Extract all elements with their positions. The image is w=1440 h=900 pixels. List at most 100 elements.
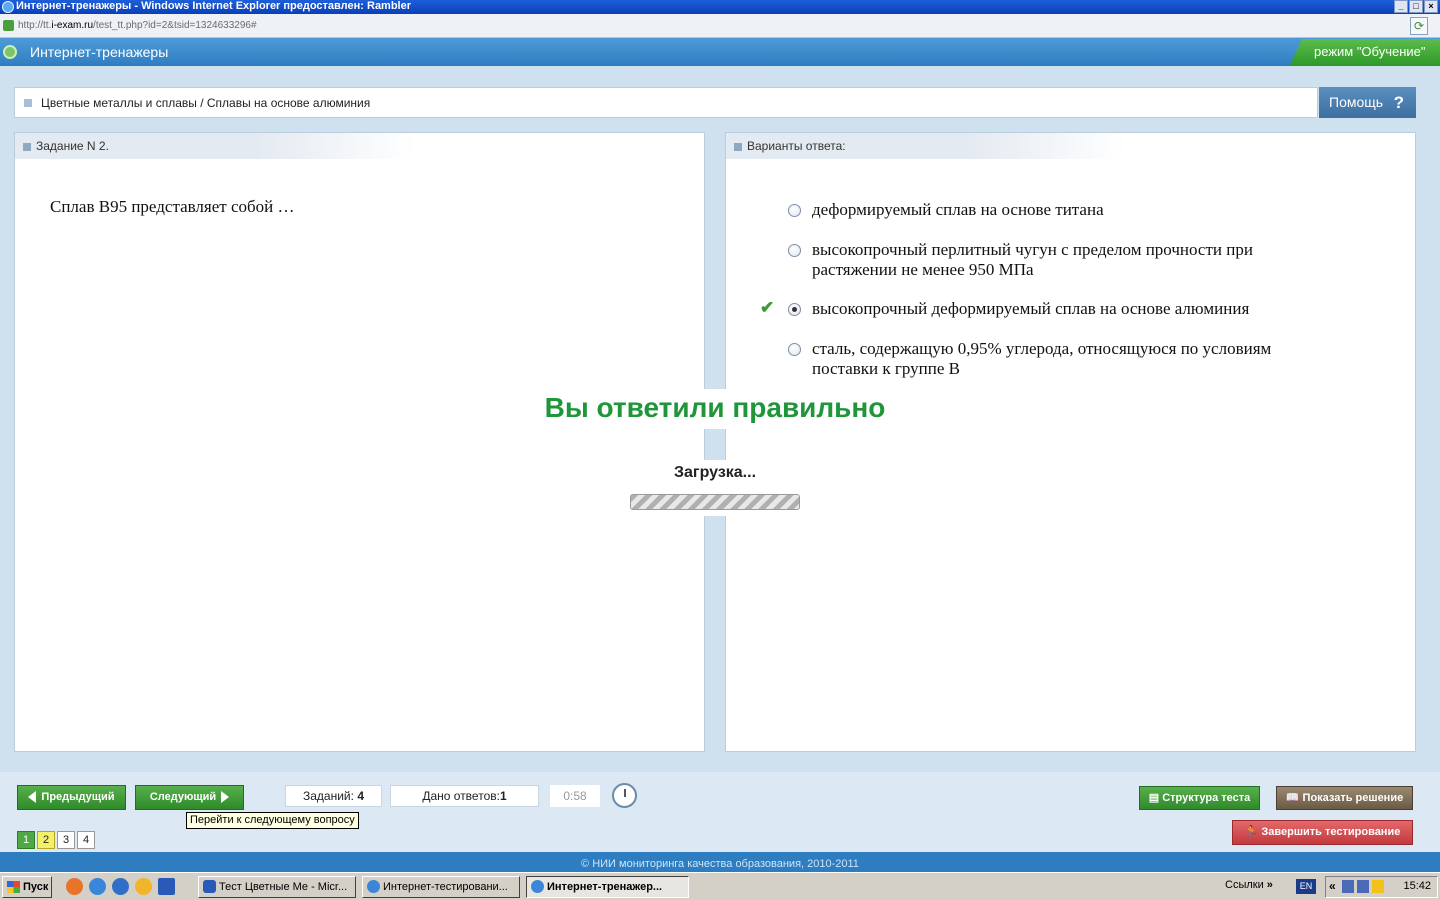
answer-option[interactable]: высокопрочный перлитный чугун с пределом… [788, 240, 1348, 284]
start-button[interactable]: Пуск [2, 876, 52, 898]
taskbar-item-label: Тест Цветные Ме - Micr... [219, 881, 348, 893]
page-button-4[interactable]: 4 [77, 831, 95, 849]
question-panel-header: Задание N 2. [15, 133, 415, 159]
question-mark-icon: ? [1393, 93, 1404, 112]
runner-icon: 🏃 [1244, 826, 1262, 838]
tasks-counter: Заданий: 4 [285, 785, 382, 807]
loading-label: Загрузка... [673, 464, 757, 481]
question-heading: Задание N 2. [36, 139, 109, 153]
result-message: Вы ответили правильно [526, 389, 904, 429]
answers-panel: Варианты ответа: деформируемый сплав на … [725, 132, 1416, 752]
windows-logo-icon [7, 881, 20, 893]
clock-icon [612, 783, 637, 808]
tasks-label: Заданий: [303, 789, 354, 803]
answers-given-label: Дано ответов: [422, 789, 500, 803]
answer-radio[interactable] [788, 244, 801, 257]
answer-option-text: деформируемый сплав на основе титана [812, 200, 1104, 219]
answer-option[interactable]: ✔ высокопрочный деформируемый сплав на о… [760, 299, 1348, 323]
help-label: Помощь [1329, 94, 1384, 110]
url-path: /test_tt.php?id=2&tsid=1324633296# [93, 20, 257, 31]
test-structure-label: Структура теста [1162, 792, 1251, 804]
book-icon: 📖 [1285, 792, 1303, 804]
show-solution-label: Показать решение [1302, 792, 1404, 804]
language-indicator[interactable]: EN [1296, 879, 1316, 894]
show-solution-button[interactable]: 📖 Показать решение [1276, 786, 1413, 810]
url-prefix: http://tt. [18, 20, 52, 31]
test-structure-button[interactable]: ▤ Структура теста [1139, 786, 1260, 810]
checkmark-icon: ✔ [760, 298, 775, 317]
ie-icon [367, 880, 380, 893]
answer-option[interactable]: деформируемый сплав на основе титана [788, 200, 1348, 224]
warning-icon[interactable] [1372, 880, 1384, 893]
taskbar: Пуск Тест Цветные Ме - Micr... Интернет-… [0, 872, 1440, 900]
taskbar-item-label: Интернет-тренажер... [547, 881, 663, 893]
ie-icon [531, 880, 544, 893]
answers-panel-header: Варианты ответа: [726, 133, 1126, 159]
page-icon [3, 20, 14, 31]
arrow-right-icon [221, 791, 230, 804]
taskbar-item-label: Интернет-тестировани... [383, 881, 508, 893]
links-toolbar[interactable]: Ссылки » [1225, 879, 1273, 891]
ie-icon[interactable] [89, 878, 106, 895]
breadcrumb: Цветные металлы и сплавы / Сплавы на осн… [14, 87, 1318, 118]
question-panel: Задание N 2. Сплав В95 представляет собо… [14, 132, 705, 752]
app-title: Интернет-тренажеры [30, 44, 169, 60]
window-controls: _ □ × [1394, 0, 1438, 13]
close-icon[interactable]: × [1424, 0, 1438, 13]
window-title: Интернет-тренажеры - Windows Internet Ex… [16, 0, 412, 12]
tooltip: Перейти к следующему вопросу [186, 812, 359, 829]
page-button-1[interactable]: 1 [17, 831, 35, 849]
bullet-icon [23, 143, 31, 151]
url-host: i-exam.ru [51, 20, 94, 31]
loading-bar [630, 494, 800, 510]
question-text: Сплав В95 представляет собой … [50, 197, 295, 216]
mode-badge: режим "Обучение" [1290, 39, 1440, 65]
minimize-icon[interactable]: _ [1394, 0, 1408, 13]
word-icon [203, 880, 216, 893]
answer-radio[interactable] [788, 343, 801, 356]
system-tray: « 15:42 [1325, 876, 1438, 898]
answers-heading: Варианты ответа: [747, 139, 846, 153]
word-icon[interactable] [158, 878, 175, 895]
network-icon[interactable] [1342, 880, 1354, 893]
answer-radio-selected[interactable] [788, 303, 801, 316]
previous-button[interactable]: Предыдущий [17, 785, 126, 810]
finish-test-label: Завершить тестирование [1261, 826, 1401, 838]
page-button-3[interactable]: 3 [57, 831, 75, 849]
answers-given-count: 1 [499, 789, 507, 803]
address-bar: http://tt.i-exam.ru/test_tt.php?id=2&tsi… [0, 14, 1440, 38]
refresh-icon[interactable]: ⟳ [1410, 17, 1428, 35]
tasks-count: 4 [357, 789, 364, 803]
start-label: Пуск [23, 881, 49, 893]
links-label: Ссылки [1225, 879, 1264, 891]
page-button-2[interactable]: 2 [37, 831, 55, 849]
url-field[interactable]: http://tt.i-exam.ru/test_tt.php?id=2&tsi… [18, 20, 257, 31]
question-pager: 1 2 3 4 [17, 831, 95, 849]
answer-radio[interactable] [788, 204, 801, 217]
help-button[interactable]: Помощь ? [1319, 87, 1416, 118]
answer-option-text: высокопрочный деформируемый сплав на осн… [812, 299, 1250, 318]
outlook-icon[interactable] [112, 878, 129, 895]
chevron-left-icon[interactable]: « [1329, 879, 1336, 893]
taskbar-item-ie-testing[interactable]: Интернет-тестировани... [362, 876, 520, 898]
media-player-icon[interactable] [135, 878, 152, 895]
breadcrumb-text: Цветные металлы и сплавы / Сплавы на осн… [41, 96, 371, 110]
quick-launch [66, 878, 175, 895]
taskbar-item-word[interactable]: Тест Цветные Ме - Micr... [198, 876, 356, 898]
answers-counter: Дано ответов:1 [390, 785, 539, 807]
bullet-icon [734, 143, 742, 151]
taskbar-item-ie-trainer[interactable]: Интернет-тренажер... [526, 876, 689, 898]
maximize-icon[interactable]: □ [1409, 0, 1423, 13]
app-logo-icon [3, 45, 17, 59]
answer-option-text: высокопрочный перлитный чугун с пределом… [812, 240, 1253, 279]
timer: 0:58 [550, 785, 600, 807]
loading-indicator: Загрузка... [610, 460, 820, 516]
answer-option[interactable]: сталь, содержащую 0,95% углерода, относя… [788, 339, 1348, 383]
clock-time: 15:42 [1403, 880, 1431, 892]
finish-test-button[interactable]: 🏃 Завершить тестирование [1232, 820, 1413, 845]
footer: © НИИ мониторинга качества образования, … [0, 852, 1440, 872]
bullet-icon [24, 99, 32, 107]
network-icon[interactable] [1357, 880, 1369, 893]
firefox-icon[interactable] [66, 878, 83, 895]
next-button[interactable]: Следующий [135, 785, 244, 810]
